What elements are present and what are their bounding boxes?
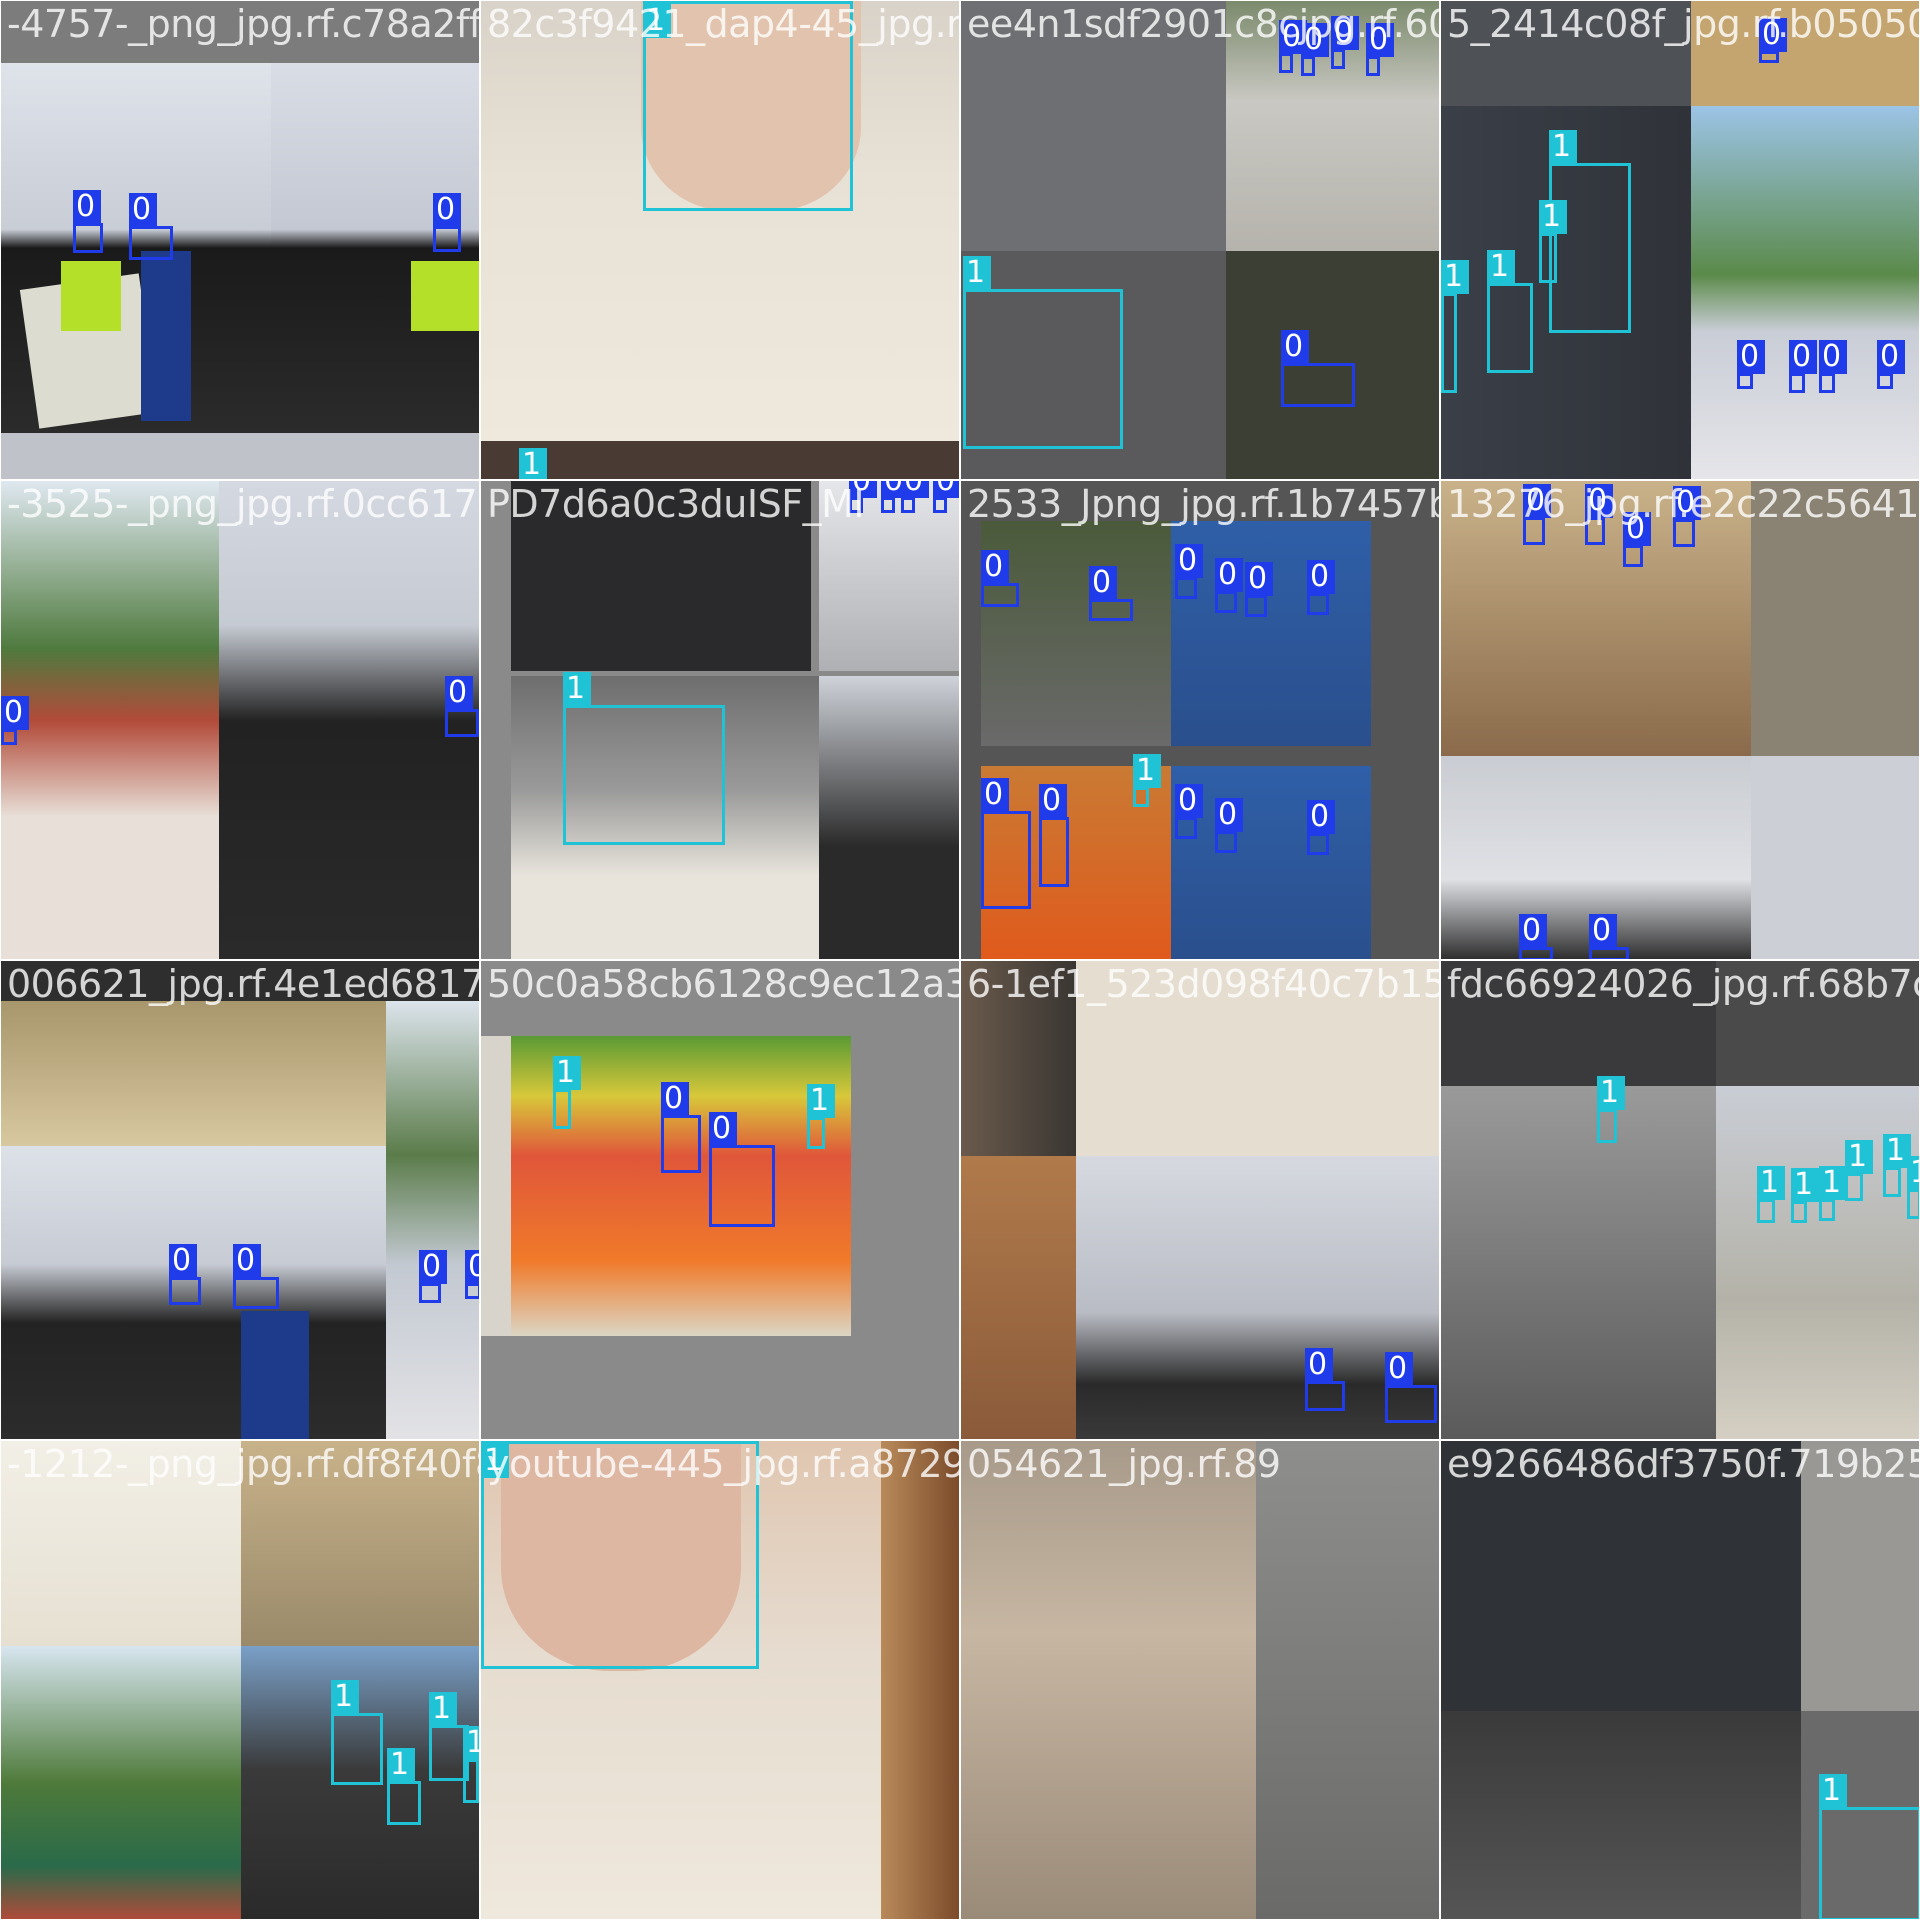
label-tag: 1 <box>331 1680 359 1714</box>
label-tag: 0 <box>1175 544 1203 578</box>
tile-filename: PD7d6a0c3duISF_MI <box>487 482 865 526</box>
label-tag: 0 <box>1215 798 1243 832</box>
label-tag: 1 <box>1757 1166 1785 1200</box>
tile-filename: 82c3f9421_dap4-45_jpg.rf.3ade4189901678 <box>487 2 960 46</box>
tile-16: 1 e9266486df3750f.719b25b4 <box>1440 1440 1920 1920</box>
label-tag: 1 <box>1487 250 1515 284</box>
label-tag: 1 <box>963 256 991 290</box>
tile-15: 054621_jpg.rf.89 <box>960 1440 1440 1920</box>
label-tag: 0 <box>433 193 461 227</box>
label-tag: 1 <box>429 1692 457 1726</box>
tile-filename: -1212-_png_jpg.rf.df8f40f82 <box>7 1442 480 1486</box>
tile-13: 1 1 1 1 -1212-_png_jpg.rf.df8f40f82 <box>0 1440 480 1920</box>
tile-filename: 13276_jpg.rf.e2c22c5641 <box>1447 482 1919 526</box>
label-tag: 0 <box>445 676 473 710</box>
label-tag: 1 <box>1907 1156 1919 1190</box>
tile-7: 0 0 0 0 0 0 0 0 0 0 0 1 2533_Jpng_jpg.rf… <box>960 480 1440 960</box>
label-tag: 0 <box>465 1250 479 1284</box>
tile-3: 1 0 0 0 0 0 ee4n1sdf2901c8cjpg.rf.600420… <box>960 0 1440 480</box>
label-tag: 1 <box>1845 1140 1873 1174</box>
tile-10: 1 0 0 1 50c0a58cb6128c9ec12a3570 <box>480 960 960 1440</box>
label-tag: 0 <box>1307 800 1335 834</box>
tile-9: 0 0 0 0 006621_jpg.rf.4e1ed681704c <box>0 960 480 1440</box>
label-tag: 0 <box>73 190 101 224</box>
tile-filename: -3525-_png_jpg.rf.0cc6174c9 <box>7 482 479 526</box>
label-tag: 1 <box>1133 754 1161 788</box>
label-tag: 0 <box>1385 1352 1413 1386</box>
label-tag: 1 <box>807 1084 835 1118</box>
label-tag: 1 <box>1597 1076 1625 1110</box>
label-tag: 1 <box>1441 260 1469 294</box>
label-tag: 1 <box>1539 200 1567 234</box>
label-tag: 0 <box>1305 1348 1333 1382</box>
label-tag: 0 <box>981 778 1009 812</box>
label-tag: 0 <box>661 1082 689 1116</box>
mosaic-grid: 0 0 0 -4757-_png_jpg.rf.c78a2ff7a8 1 1 8… <box>0 0 1920 1920</box>
label-tag: 0 <box>169 1244 197 1278</box>
tile-filename: ee4n1sdf2901c8cjpg.rf.6004202408f0b7ab60… <box>967 2 1439 46</box>
label-tag: 1 <box>563 672 591 706</box>
tile-5: 0 0 -3525-_png_jpg.rf.0cc6174c9 <box>0 480 480 960</box>
label-tag: 1 <box>1819 1166 1847 1200</box>
label-tag: 0 <box>901 481 929 498</box>
label-tag: 0 <box>129 193 157 227</box>
label-tag: 0 <box>1789 340 1817 374</box>
label-tag: 1 <box>519 448 547 479</box>
tile-filename: 5_2414c08f_jpg.rf.b05050a6e6 <box>1447 2 1919 46</box>
label-tag: 0 <box>233 1244 261 1278</box>
tile-6: 1 0 0 0 0 PD7d6a0c3duISF_MI <box>480 480 960 960</box>
label-tag: 0 <box>1737 340 1765 374</box>
tile-12: 1 1 1 1 1 1 1 fdc66924026_jpg.rf.68b7c <box>1440 960 1920 1440</box>
tile-4: 1 1 1 1 0 0 0 0 0 5_2414c08f_jpg.rf.b050… <box>1440 0 1920 480</box>
tile-2: 1 1 82c3f9421_dap4-45_jpg.rf.3ade4189901… <box>480 0 960 480</box>
label-tag: 0 <box>1519 914 1547 948</box>
label-tag: 0 <box>1 696 29 730</box>
tile-filename: -4757-_png_jpg.rf.c78a2ff7a8 <box>7 2 479 46</box>
tile-filename: 50c0a58cb6128c9ec12a3570 <box>487 962 959 1006</box>
label-tag: 1 <box>553 1056 581 1090</box>
label-tag: 0 <box>1877 340 1905 374</box>
tile-filename: 006621_jpg.rf.4e1ed681704c <box>7 962 479 1006</box>
label-tag: 0 <box>1039 784 1067 818</box>
tile-filename: 054621_jpg.rf.89 <box>967 1442 1281 1486</box>
label-tag: 1 <box>1549 130 1577 164</box>
label-tag: 0 <box>933 481 959 498</box>
label-tag: 0 <box>1589 914 1617 948</box>
label-tag: 0 <box>981 550 1009 584</box>
tile-14: 1 youtube-445_jpg.rf.a872954c6 <box>480 1440 960 1920</box>
label-tag: 1 <box>1819 1774 1847 1808</box>
label-tag: 1 <box>1791 1168 1819 1202</box>
label-tag: 0 <box>1089 566 1117 600</box>
label-tag: 0 <box>1175 784 1203 818</box>
tile-filename: e9266486df3750f.719b25b4 <box>1447 1442 1919 1486</box>
label-tag: 0 <box>709 1112 737 1146</box>
tile-filename: 6-1ef1_523d098f40c7b15 <box>967 962 1440 1006</box>
tile-8: 0 0 0 0 0 0 13276_jpg.rf.e2c22c5641 <box>1440 480 1920 960</box>
tile-11: 0 0 6-1ef1_523d098f40c7b15 <box>960 960 1440 1440</box>
tile-filename: youtube-445_jpg.rf.a872954c6 <box>487 1442 960 1486</box>
label-tag: 0 <box>1245 562 1273 596</box>
label-tag: 0 <box>419 1250 447 1284</box>
label-tag: 0 <box>1819 340 1847 374</box>
label-tag: 0 <box>1215 558 1243 592</box>
label-tag: 1 <box>387 1748 415 1782</box>
label-tag: 0 <box>1281 330 1309 364</box>
label-tag: 0 <box>1307 560 1335 594</box>
tile-1: 0 0 0 -4757-_png_jpg.rf.c78a2ff7a8 <box>0 0 480 480</box>
label-tag: 1 <box>463 1726 479 1760</box>
tile-filename: fdc66924026_jpg.rf.68b7c <box>1447 962 1920 1006</box>
tile-filename: 2533_Jpng_jpg.rf.1b7457bbc0 <box>967 482 1439 526</box>
